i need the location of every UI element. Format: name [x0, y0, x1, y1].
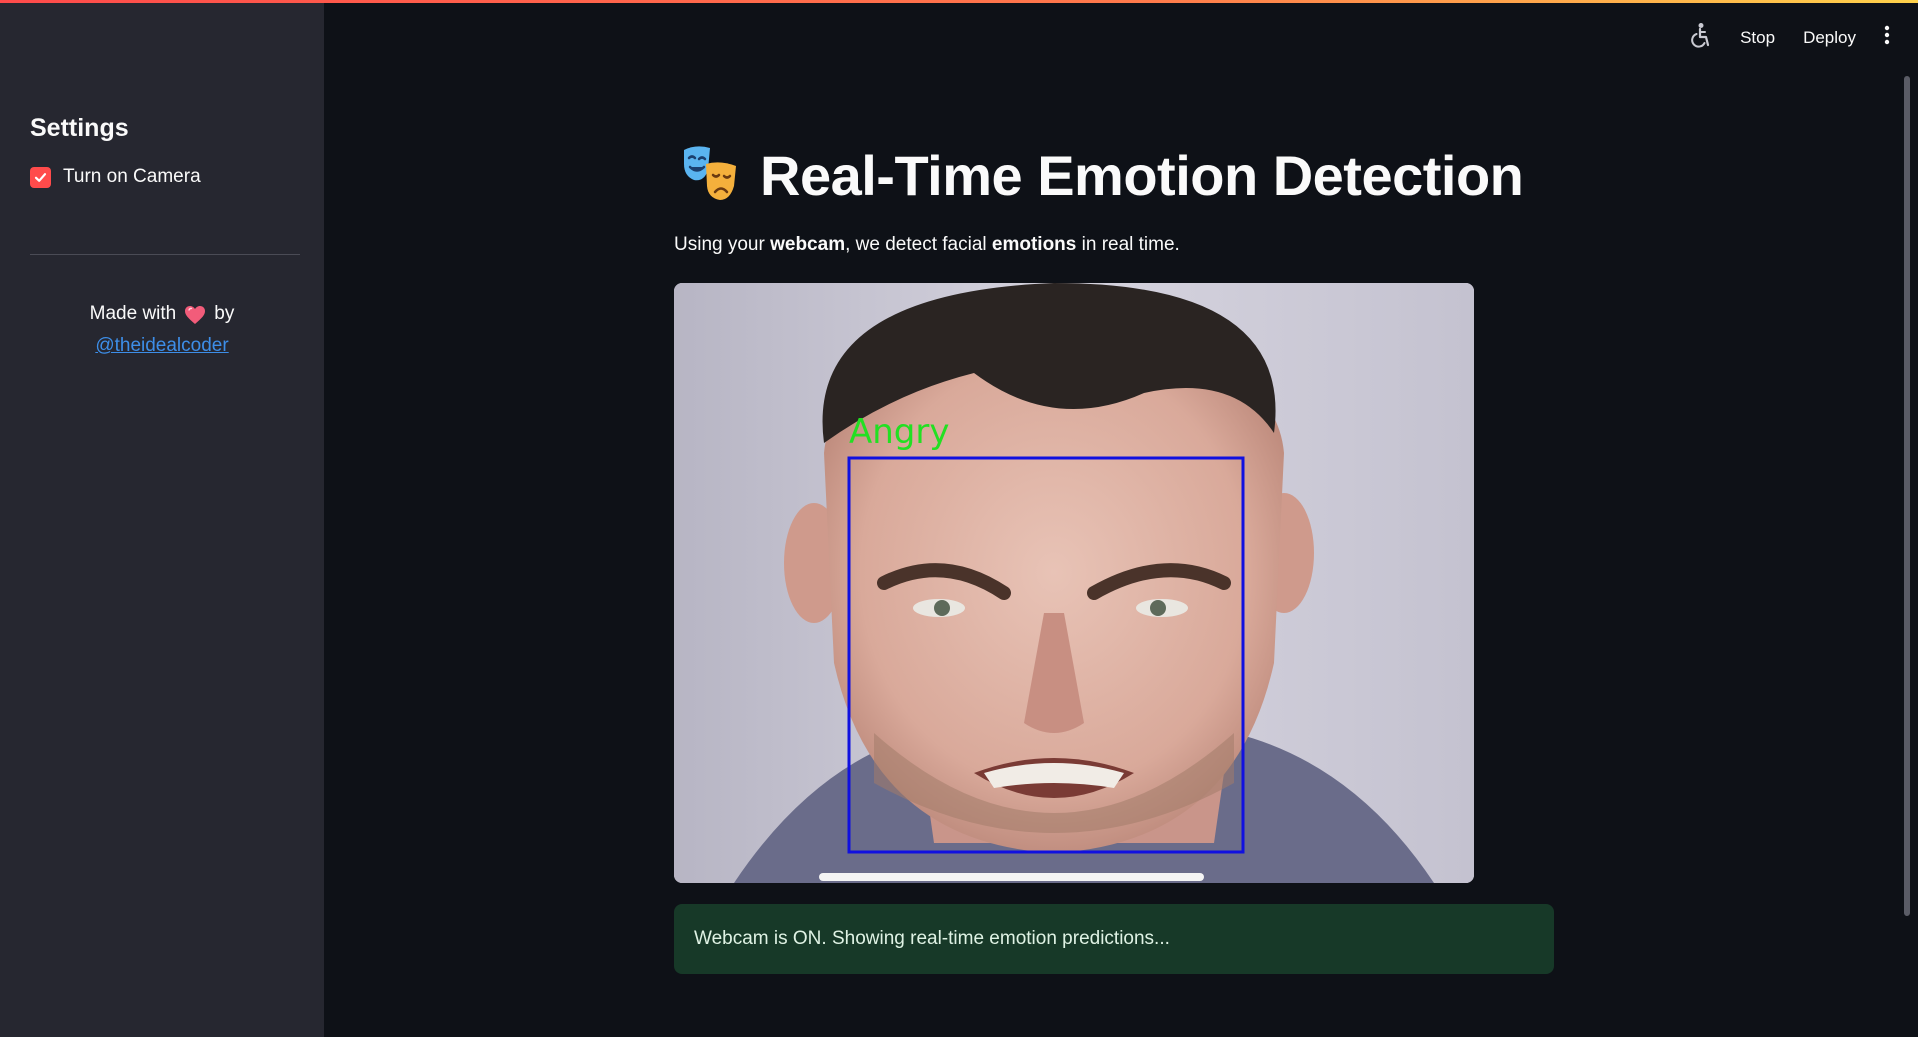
- deploy-button[interactable]: Deploy: [1803, 28, 1856, 48]
- sidebar-divider: [30, 254, 300, 255]
- webcam-feed: Angry: [674, 283, 1474, 883]
- emotion-label: Angry: [849, 412, 950, 452]
- author-link[interactable]: @theidealcoder: [95, 335, 228, 356]
- by-text: by: [214, 303, 235, 324]
- theater-masks-icon: [680, 142, 742, 209]
- made-with-text: Made with: [89, 303, 177, 324]
- stop-button[interactable]: Stop: [1740, 28, 1775, 48]
- camera-checkbox-label: Turn on Camera: [63, 166, 201, 187]
- title-row: Real-Time Emotion Detection: [680, 142, 1524, 209]
- sidebar: Settings Turn on Camera Made with by @th…: [0, 0, 324, 1037]
- checkmark-icon[interactable]: [30, 166, 51, 188]
- camera-checkbox[interactable]: Turn on Camera: [30, 166, 201, 188]
- credits: Made with by @theidealcoder: [0, 298, 324, 362]
- accessibility-icon[interactable]: [1688, 22, 1712, 53]
- kebab-menu-icon[interactable]: [1884, 25, 1890, 50]
- heart-icon: [184, 304, 206, 324]
- status-alert: Webcam is ON. Showing real-time emotion …: [674, 904, 1554, 974]
- running-indicator-bar: [0, 0, 1918, 3]
- top-toolbar: Stop Deploy: [1688, 22, 1890, 53]
- page-title: Real-Time Emotion Detection: [760, 144, 1524, 207]
- sidebar-heading: Settings: [30, 114, 129, 142]
- scrollbar[interactable]: [1904, 76, 1910, 916]
- page-subtitle: Using your webcam, we detect facial emot…: [674, 234, 1180, 255]
- status-message: Webcam is ON. Showing real-time emotion …: [694, 928, 1170, 949]
